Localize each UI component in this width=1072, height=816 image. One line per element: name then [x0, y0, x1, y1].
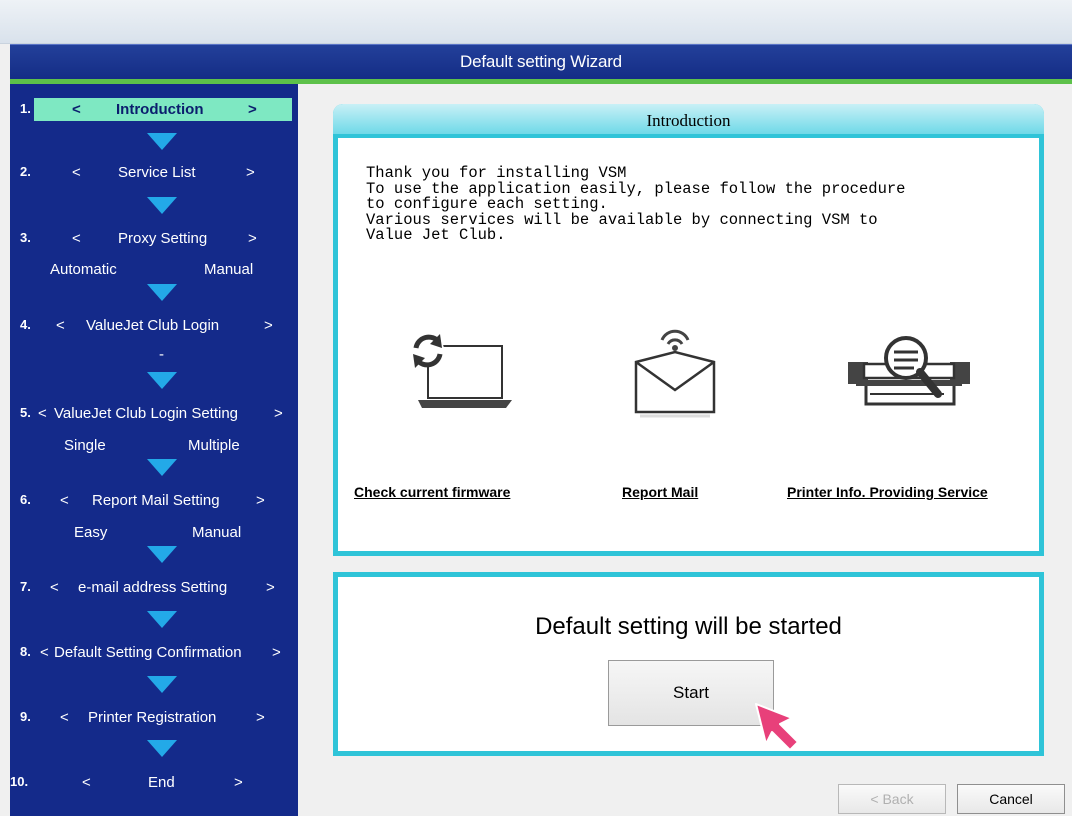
- prev-chevron: <: [56, 317, 65, 334]
- login-option-none: -: [159, 346, 164, 363]
- next-chevron: >: [248, 101, 257, 118]
- step-label: Printer Registration: [88, 709, 217, 726]
- introduction-panel: Introduction Thank you for installing VS…: [333, 104, 1044, 556]
- next-chevron: >: [266, 579, 275, 596]
- prev-chevron: <: [72, 230, 81, 247]
- prev-chevron: <: [40, 644, 49, 661]
- sidebar-step-proxy-setting[interactable]: 3. < Proxy Setting >: [10, 230, 298, 252]
- prev-chevron: <: [82, 774, 91, 791]
- next-chevron: >: [256, 492, 265, 509]
- sidebar-step-end[interactable]: 10. < End >: [10, 774, 298, 796]
- introduction-body: Thank you for installing VSM To use the …: [338, 138, 1039, 551]
- prev-chevron: <: [60, 492, 69, 509]
- firmware-update-icon: [412, 334, 512, 408]
- window-title: Default setting Wizard: [460, 52, 622, 71]
- sidebar-step-service-list[interactable]: 2. < Service List >: [10, 164, 298, 186]
- sidebar-step-valuejet-login-setting[interactable]: 5. < ValueJet Club Login Setting >: [10, 405, 298, 427]
- step-number: 3.: [20, 230, 31, 245]
- step-label: Report Mail Setting: [92, 492, 220, 509]
- proxy-option-automatic[interactable]: Automatic: [50, 261, 117, 278]
- down-arrow-icon: [147, 676, 177, 693]
- introduction-header: Introduction: [333, 104, 1044, 136]
- next-chevron: >: [272, 644, 281, 661]
- mail-option-manual[interactable]: Manual: [192, 524, 241, 541]
- mail-option-easy[interactable]: Easy: [74, 524, 107, 541]
- step-number: 6.: [20, 492, 31, 507]
- mail-icon: [634, 329, 716, 418]
- step-label: e-mail address Setting: [78, 579, 228, 596]
- step-number: 8.: [20, 644, 31, 659]
- step-number: 9.: [20, 709, 31, 724]
- step-number: 10.: [10, 774, 29, 789]
- printer-info-service-link[interactable]: Printer Info. Providing Service: [787, 484, 988, 500]
- down-arrow-icon: [147, 611, 177, 628]
- back-button[interactable]: < Back: [838, 784, 946, 814]
- prev-chevron: <: [72, 101, 81, 118]
- login-option-single[interactable]: Single: [64, 437, 106, 454]
- down-arrow-icon: [147, 284, 177, 301]
- sidebar-step-default-setting-confirmation[interactable]: 8. < Default Setting Confirmation >: [10, 644, 298, 666]
- next-chevron: >: [264, 317, 273, 334]
- step-label: ValueJet Club Login Setting: [54, 405, 239, 422]
- down-arrow-icon: [147, 197, 177, 214]
- step-number: 1.: [20, 101, 31, 116]
- prev-chevron: <: [60, 709, 69, 726]
- start-button[interactable]: Start: [608, 660, 774, 726]
- step-number: 2.: [20, 164, 31, 179]
- next-chevron: >: [256, 709, 265, 726]
- proxy-option-manual[interactable]: Manual: [204, 261, 253, 278]
- introduction-text: Thank you for installing VSM To use the …: [366, 164, 906, 244]
- sidebar-step-report-mail-setting[interactable]: 6. < Report Mail Setting >: [10, 492, 298, 514]
- title-bar: Default setting Wizard: [10, 44, 1072, 80]
- sidebar-step-valuejet-login[interactable]: 4. < ValueJet Club Login >: [10, 317, 298, 339]
- down-arrow-icon: [147, 372, 177, 389]
- next-chevron: >: [274, 405, 283, 422]
- step-label: End: [148, 774, 175, 791]
- down-arrow-icon: [147, 546, 177, 563]
- step-label: ValueJet Club Login: [86, 317, 220, 334]
- check-firmware-link[interactable]: Check current firmware: [354, 484, 510, 500]
- prev-chevron: <: [38, 405, 47, 422]
- down-arrow-icon: [147, 133, 177, 150]
- report-mail-link[interactable]: Report Mail: [622, 484, 698, 500]
- sidebar-step-printer-registration[interactable]: 9. < Printer Registration >: [10, 709, 298, 731]
- prev-chevron: <: [72, 164, 81, 181]
- printer-search-icon: [848, 336, 970, 406]
- login-option-multiple[interactable]: Multiple: [188, 437, 240, 454]
- next-chevron: >: [234, 774, 243, 791]
- step-label: Introduction: [116, 101, 204, 118]
- start-message: Default setting will be started: [535, 613, 842, 640]
- wizard-steps-sidebar: 1. < Introduction > 2. < Service List > …: [10, 84, 298, 816]
- step-number: 4.: [20, 317, 31, 332]
- cancel-button[interactable]: Cancel: [957, 784, 1065, 814]
- step-number: 5.: [20, 405, 31, 420]
- pointer-cursor-icon: [755, 703, 799, 751]
- wizard-window: Default setting Wizard 1. < Introduction…: [0, 0, 1072, 816]
- window-chrome: [0, 0, 1072, 44]
- next-chevron: >: [246, 164, 255, 181]
- start-body: Default setting will be started Start: [338, 577, 1039, 751]
- sidebar-step-email-address-setting[interactable]: 7. < e-mail address Setting >: [10, 579, 298, 601]
- down-arrow-icon: [147, 459, 177, 476]
- step-label: Service List: [118, 164, 196, 181]
- step-label: Proxy Setting: [118, 230, 208, 247]
- step-number: 7.: [20, 579, 31, 594]
- down-arrow-icon: [147, 740, 177, 757]
- sidebar-step-introduction[interactable]: 1. < Introduction >: [10, 98, 298, 123]
- step-label: Default Setting Confirmation: [54, 644, 242, 661]
- prev-chevron: <: [50, 579, 59, 596]
- introduction-title: Introduction: [646, 111, 731, 130]
- start-panel: Default setting will be started Start: [333, 572, 1044, 756]
- next-chevron: >: [248, 230, 257, 247]
